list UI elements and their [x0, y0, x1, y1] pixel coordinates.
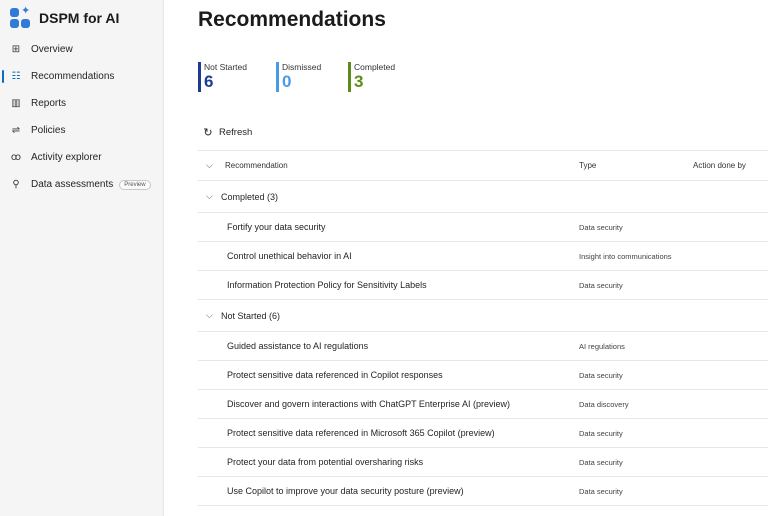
sidebar-item-label: Data assessments	[31, 179, 114, 190]
stat-not-started[interactable]: Not Started 6	[198, 62, 247, 94]
sidebar-item-label: Policies	[31, 125, 66, 136]
sidebar-item-label: Activity explorer	[31, 152, 102, 163]
recommendations-table: ⌵ Recommendation Type Action done by ⌵ C…	[198, 150, 768, 506]
recommendation-type: Data security	[579, 371, 623, 380]
recommendation-type: Data security	[579, 487, 623, 496]
chevron-down-icon: ⌵	[206, 191, 213, 201]
table-row[interactable]: Protect sensitive data referenced in Mic…	[198, 419, 768, 448]
stat-bar	[348, 62, 351, 92]
recommendation-type: AI regulations	[579, 342, 625, 351]
sidebar-item-label: Overview	[31, 44, 73, 55]
group-label: Completed (3)	[221, 192, 279, 202]
refresh-button[interactable]: ↻ Refresh	[202, 126, 253, 139]
stat-bar	[276, 62, 279, 92]
stat-value: 3	[354, 72, 364, 91]
table-row[interactable]: Protect sensitive data referenced in Cop…	[198, 361, 768, 390]
table-row[interactable]: Guided assistance to AI regulations AI r…	[198, 332, 768, 361]
table-row[interactable]: Control unethical behavior in AI Insight…	[198, 242, 768, 271]
app-header[interactable]: ✦ DSPM for AI	[10, 6, 120, 28]
sidebar-item-data-assessments[interactable]: ⚲ Data assessments Preview	[0, 171, 164, 198]
dspm-ai-logo-icon: ✦	[10, 6, 30, 28]
recommendation-type: Data security	[579, 429, 623, 438]
recommendation-type: Insight into communications	[579, 252, 672, 261]
preview-badge: Preview	[119, 179, 151, 190]
sidebar-item-label: Recommendations	[31, 71, 115, 82]
data-assessments-icon: ⚲	[12, 179, 20, 190]
table-row[interactable]: Protect your data from potential oversha…	[198, 448, 768, 477]
page-title: Recommendations	[198, 8, 386, 31]
policies-icon: ⇌	[11, 125, 21, 136]
recommendation-name: Fortify your data security	[227, 222, 326, 232]
recommendation-name: Control unethical behavior in AI	[227, 251, 352, 261]
recommendation-name: Protect sensitive data referenced in Mic…	[227, 428, 495, 438]
recommendation-type: Data discovery	[579, 400, 629, 409]
table-header: ⌵ Recommendation Type Action done by	[198, 150, 768, 181]
group-not-started[interactable]: ⌵ Not Started (6)	[198, 300, 768, 332]
stat-value: 0	[282, 72, 292, 91]
recommendation-name: Use Copilot to improve your data securit…	[227, 486, 464, 496]
recommendations-icon: ☷	[11, 71, 21, 82]
main-content: Recommendations Not Started 6 Dismissed …	[164, 0, 768, 516]
group-completed[interactable]: ⌵ Completed (3)	[198, 181, 768, 213]
table-row[interactable]: Fortify your data security Data security	[198, 213, 768, 242]
table-row[interactable]: Use Copilot to improve your data securit…	[198, 477, 768, 506]
stat-completed[interactable]: Completed 3	[348, 62, 395, 94]
sidebar: ✦ DSPM for AI ⊞ Overview ☷ Recommendatio…	[0, 0, 164, 516]
chevron-down-icon: ⌵	[206, 310, 213, 320]
sidebar-item-reports[interactable]: ▥ Reports	[0, 90, 164, 117]
sidebar-item-label: Reports	[31, 98, 67, 109]
stat-value: 6	[204, 72, 214, 91]
sidebar-item-policies[interactable]: ⇌ Policies	[0, 117, 164, 144]
sidebar-item-overview[interactable]: ⊞ Overview	[0, 36, 164, 63]
sidebar-nav: ⊞ Overview ☷ Recommendations ▥ Reports ⇌…	[0, 36, 164, 198]
column-header-type[interactable]: Type	[579, 161, 596, 170]
recommendation-name: Protect sensitive data referenced in Cop…	[227, 370, 443, 380]
table-row[interactable]: Discover and govern interactions with Ch…	[198, 390, 768, 419]
sidebar-item-activity-explorer[interactable]: ꝏ Activity explorer	[0, 144, 164, 171]
stat-dismissed[interactable]: Dismissed 0	[276, 62, 321, 94]
recommendation-name: Information Protection Policy for Sensit…	[227, 280, 427, 290]
recommendation-name: Protect your data from potential oversha…	[227, 457, 424, 467]
stat-bar	[198, 62, 201, 92]
table-row[interactable]: Information Protection Policy for Sensit…	[198, 271, 768, 300]
refresh-icon: ↻	[203, 126, 213, 139]
reports-icon: ▥	[11, 98, 21, 109]
recommendation-type: Data security	[579, 458, 623, 467]
group-label: Not Started (6)	[221, 311, 281, 321]
refresh-label: Refresh	[219, 126, 253, 138]
recommendation-type: Data security	[579, 223, 623, 232]
app-title: DSPM for AI	[39, 10, 120, 26]
recommendation-name: Discover and govern interactions with Ch…	[227, 399, 510, 409]
activity-explorer-icon: ꝏ	[10, 152, 22, 163]
recommendation-type: Data security	[579, 281, 623, 290]
sidebar-item-recommendations[interactable]: ☷ Recommendations	[0, 63, 164, 90]
column-header-action-done-by[interactable]: Action done by	[693, 161, 746, 170]
column-header-recommendation[interactable]: Recommendation	[225, 161, 288, 170]
overview-icon: ⊞	[11, 44, 21, 55]
recommendation-name: Guided assistance to AI regulations	[227, 341, 369, 351]
collapse-all-chevron-icon[interactable]: ⌵	[206, 160, 213, 171]
